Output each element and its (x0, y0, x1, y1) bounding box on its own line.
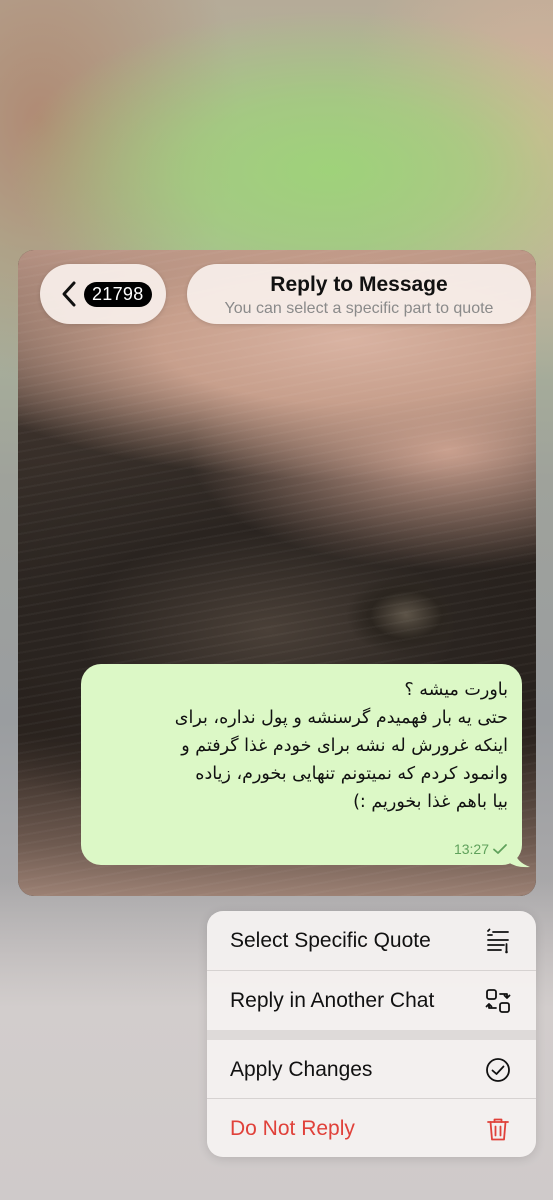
message-line: باورت میشه ؟ (404, 680, 508, 700)
menu-item-label: Select Specific Quote (230, 928, 431, 952)
message-meta: 13:27 (454, 841, 508, 857)
checkmark-circle-icon (486, 1057, 510, 1082)
menu-item-label: Reply in Another Chat (230, 988, 435, 1012)
menu-item-reply-in-another-chat[interactable]: Reply in Another Chat (207, 971, 536, 1030)
menu-item-apply-changes[interactable]: Apply Changes (207, 1040, 536, 1099)
message-line: حتی یه بار فهمیدم گرسنشه و پول نداره، بر… (174, 708, 508, 728)
unread-count-badge: 21798 (84, 282, 152, 307)
message-time: 13:27 (453, 841, 489, 857)
context-menu: Select Specific Quote Reply in Another C… (207, 911, 536, 1157)
page-title: Reply to Message (270, 273, 448, 296)
menu-item-select-specific-quote[interactable]: Select Specific Quote (207, 911, 536, 970)
chevron-left-icon (62, 281, 76, 307)
message-bubble[interactable]: باورت میشه ؟ حتی یه بار فهمیدم گرسنشه و … (81, 664, 522, 865)
menu-item-do-not-reply[interactable]: Do Not Reply (207, 1099, 536, 1157)
trash-icon (487, 1118, 509, 1140)
message-text[interactable]: باورت میشه ؟ حتی یه بار فهمیدم گرسنشه و … (95, 676, 508, 816)
select-quote-icon (487, 928, 509, 953)
sent-check-icon (493, 844, 507, 854)
message-line: وانمود کردم که نمیتونم تنهایی بخورم، زیا… (195, 764, 508, 784)
message-line: بیا باهم غذا بخوریم :) (353, 792, 508, 812)
message-line: اینکه غرورش له نشه برای خودم غذا گرفتم و (181, 736, 508, 756)
page-subtitle: You can select a specific part to quote (224, 300, 494, 317)
back-button[interactable]: 21798 (40, 264, 166, 324)
title-pill: Reply to Message You can select a specif… (187, 264, 531, 324)
menu-item-label: Apply Changes (230, 1057, 373, 1081)
bubble-tail (508, 850, 530, 868)
reply-another-chat-icon (485, 988, 511, 1013)
menu-item-label: Do Not Reply (230, 1116, 355, 1140)
